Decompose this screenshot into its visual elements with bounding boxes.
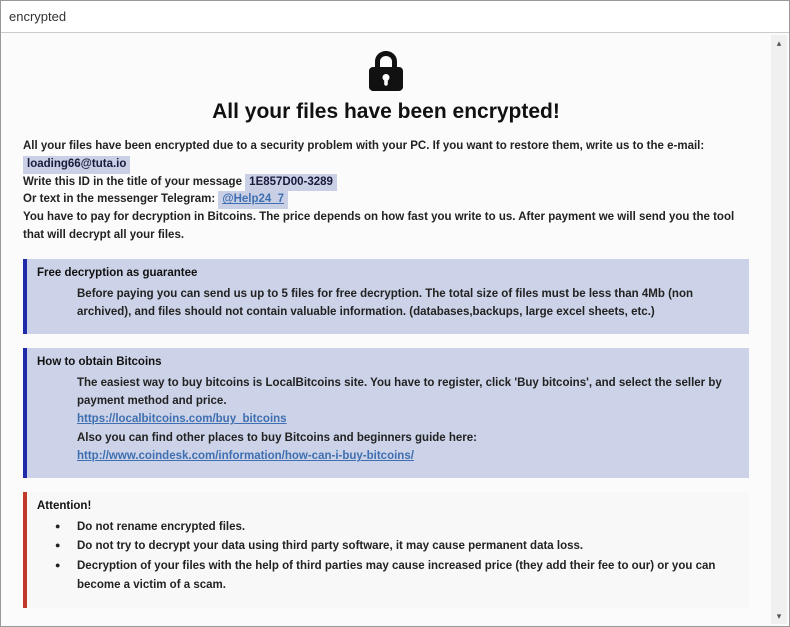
localbitcoins-link[interactable]: https://localbitcoins.com/buy_bitcoins [77,413,287,425]
box1-title: Free decryption as guarantee [37,267,739,279]
intro-line3: Or text in the messenger Telegram: [23,193,218,205]
page-heading: All your files have been encrypted! [23,100,749,124]
list-item: Do not rename encrypted files. [55,518,739,538]
obtain-bitcoins-box: How to obtain Bitcoins The easiest way t… [23,348,749,478]
intro-line1: All your files have been encrypted due t… [23,140,704,152]
intro-line2: Write this ID in the title of your messa… [23,176,245,188]
vertical-scrollbar[interactable]: ▴ ▾ [771,35,787,624]
intro-line4: You have to pay for decryption in Bitcoi… [23,211,734,241]
list-item: Do not try to decrypt your data using th… [55,537,739,557]
scroll-down-icon[interactable]: ▾ [771,608,787,624]
lock-icon-wrap [23,51,749,96]
box2-body: The easiest way to buy bitcoins is Local… [37,374,739,466]
box2-title: How to obtain Bitcoins [37,356,739,368]
box1-body: Before paying you can send us up to 5 fi… [37,285,739,322]
id-highlight: 1E857D00-3289 [245,174,337,192]
box2-line2: Also you can find other places to buy Bi… [77,432,477,444]
box2-line1: The easiest way to buy bitcoins is Local… [77,377,722,407]
coindesk-link[interactable]: http://www.coindesk.com/information/how-… [77,450,414,462]
email-highlight: loading66@tuta.io [23,156,130,174]
box3-title: Attention! [37,500,739,512]
list-item: Decryption of your files with the help o… [55,557,739,596]
content-area: All your files have been encrypted! All … [1,33,789,626]
lock-icon [369,51,403,91]
telegram-link[interactable]: @Help24_7 [218,191,288,209]
attention-list: Do not rename encrypted files. Do not tr… [37,518,739,596]
free-decryption-box: Free decryption as guarantee Before payi… [23,259,749,334]
window-title: encrypted [9,9,66,24]
attention-box: Attention! Do not rename encrypted files… [23,492,749,608]
intro-text: All your files have been encrypted due t… [23,138,749,245]
scroll-up-icon[interactable]: ▴ [771,35,787,51]
ransom-window: encrypted All your files have been encry… [0,0,790,627]
window-title-bar[interactable]: encrypted [1,1,789,33]
